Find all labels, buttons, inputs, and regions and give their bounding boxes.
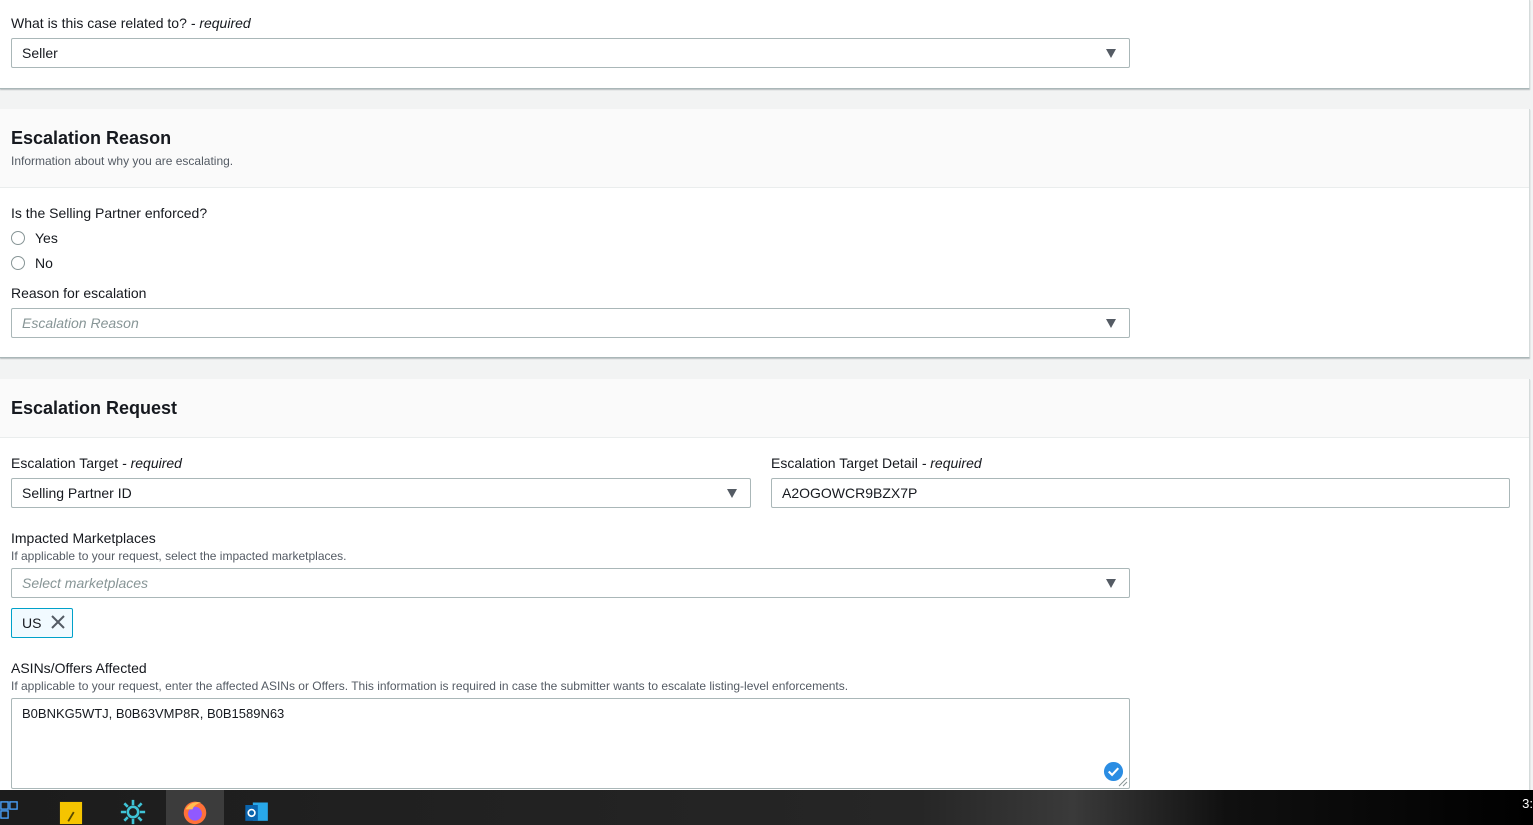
escalation-reason-description: Information about why you are escalating… [11,154,234,168]
outlook-icon [245,802,268,821]
close-icon[interactable] [51,615,65,629]
resize-handle-icon[interactable] [1118,777,1128,787]
marketplace-token-us: US [11,608,73,638]
caret-down-icon [727,489,737,498]
marketplaces-label: Impacted Marketplaces [11,530,156,546]
radio-no[interactable] [11,256,25,270]
outlook-button[interactable] [228,790,286,825]
taskbar: 3: [0,790,1533,825]
reason-label: Reason for escalation [11,285,147,301]
asins-value: B0BNKG5WTJ, B0B63VMP8R, B0B1589N63 [22,706,285,721]
escalation-request-header: Escalation Request [0,379,1529,438]
escalation-request-title: Escalation Request [11,398,178,418]
radio-yes[interactable] [11,231,25,245]
asins-hint: If applicable to your request, enter the… [11,679,849,693]
target-detail-value: A2OGOWCR9BZX7P [782,485,918,501]
asins-textarea[interactable]: B0BNKG5WTJ, B0B63VMP8R, B0B1589N63 [11,698,1130,789]
case-related-select[interactable]: Seller [11,38,1130,68]
enforced-question-label: Is the Selling Partner enforced? [11,205,208,221]
marketplaces-placeholder: Select marketplaces [22,575,149,591]
escalation-reason-panel: Escalation Reason Information about why … [0,109,1530,358]
firefox-icon [183,801,207,825]
caret-down-icon [1106,579,1116,588]
caret-down-icon [1106,49,1116,58]
target-label: Escalation Target - required [11,455,182,471]
marketplace-token-label: US [22,615,42,631]
reason-select[interactable]: Escalation Reason [11,308,1130,338]
windows-start-button[interactable] [0,790,24,825]
windows-start-icon [0,801,18,819]
marketplaces-select[interactable]: Select marketplaces [11,568,1130,598]
escalation-reason-title: Escalation Reason [11,128,172,148]
sticky-notes-button[interactable] [43,790,101,825]
reason-placeholder: Escalation Reason [22,315,139,331]
caret-down-icon [1106,319,1116,328]
escalation-request-panel: Escalation Request Escalation Target - r… [0,379,1530,799]
case-related-panel: What is this case related to? - required… [0,0,1530,89]
sticky-notes-icon [59,801,83,825]
radio-no-label[interactable]: No [35,255,53,271]
asins-label: ASINs/Offers Affected [11,660,147,676]
marketplaces-hint: If applicable to your request, select th… [11,549,347,563]
target-select[interactable]: Selling Partner ID [11,478,751,508]
case-related-label: What is this case related to? - required [11,15,251,31]
firefox-button[interactable] [166,790,224,825]
escalation-reason-header: Escalation Reason Information about why … [0,109,1529,188]
case-related-value: Seller [22,45,58,61]
taskbar-clock[interactable]: 3: [1522,796,1533,811]
settings-app-button[interactable] [104,790,162,825]
radio-yes-label[interactable]: Yes [35,230,58,246]
target-value: Selling Partner ID [22,485,132,501]
settings-app-icon [120,799,146,825]
target-detail-label: Escalation Target Detail - required [771,455,982,471]
target-detail-input[interactable]: A2OGOWCR9BZX7P [771,478,1510,508]
